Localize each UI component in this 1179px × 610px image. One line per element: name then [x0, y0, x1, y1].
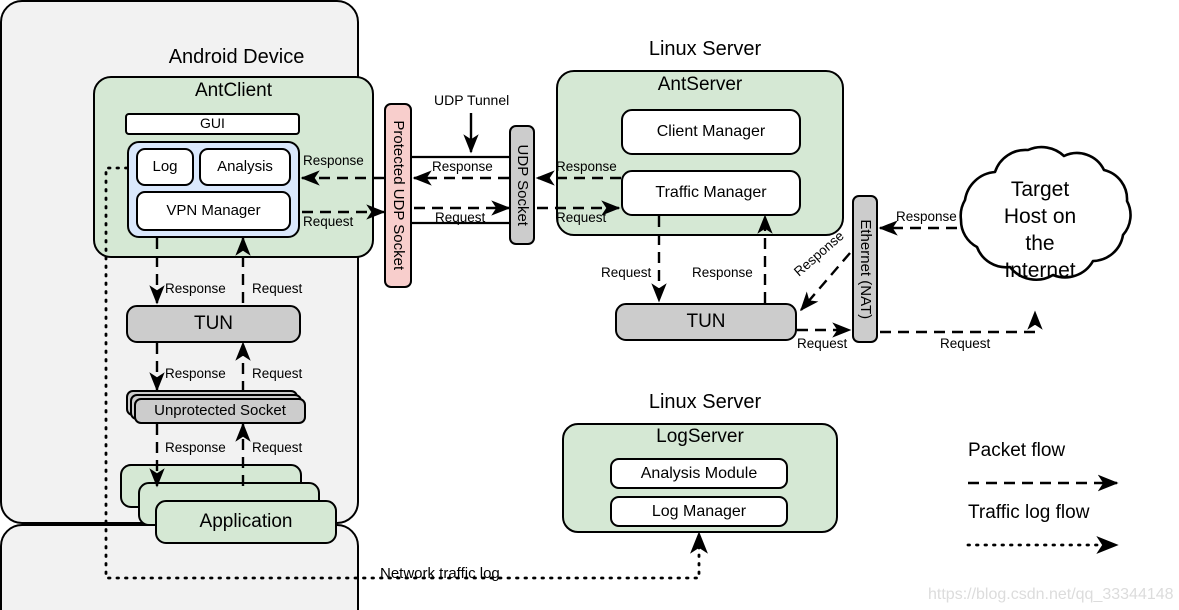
label-sock-app-request: Request [252, 440, 303, 455]
label-client-response: Response [303, 153, 364, 168]
label-tun-tm-response: Response [692, 265, 753, 280]
label-tunnel-request: Request [435, 210, 486, 225]
label-server-response: Response [556, 159, 617, 174]
label-cloud-response: Response [896, 209, 957, 224]
legend-traffic-log-flow-label: Traffic log flow [968, 502, 1090, 523]
label-tun-sock-response: Response [165, 366, 226, 381]
cloud-text-line-2: Host on [1003, 205, 1077, 228]
label-client-request: Request [303, 214, 354, 229]
cloud-text-line-3: the [1025, 232, 1055, 255]
label-server-request: Request [556, 210, 607, 225]
diagram-canvas: Android Device AntClient GUI Log Analysi… [0, 0, 1179, 610]
label-cloud-request: Request [940, 336, 991, 351]
cloud-text-line-4: Internet [1004, 259, 1076, 282]
label-vpn-tun-request: Request [252, 281, 303, 296]
cloud-text-line-1: Target [1010, 178, 1070, 201]
watermark-text: https://blog.csdn.net/qq_33344148 [928, 586, 1174, 603]
label-sock-app-response: Response [165, 440, 226, 455]
label-tunnel-response: Response [432, 159, 493, 174]
label-tun-eth-request: Request [797, 336, 848, 351]
label-tun-sock-request: Request [252, 366, 303, 381]
legend-packet-flow-label: Packet flow [968, 440, 1066, 461]
label-tm-tun-request: Request [601, 265, 652, 280]
label-udp-tunnel: UDP Tunnel [434, 92, 510, 108]
label-vpn-tun-response: Response [165, 281, 226, 296]
label-network-traffic-log: Network traffic log [380, 565, 500, 582]
